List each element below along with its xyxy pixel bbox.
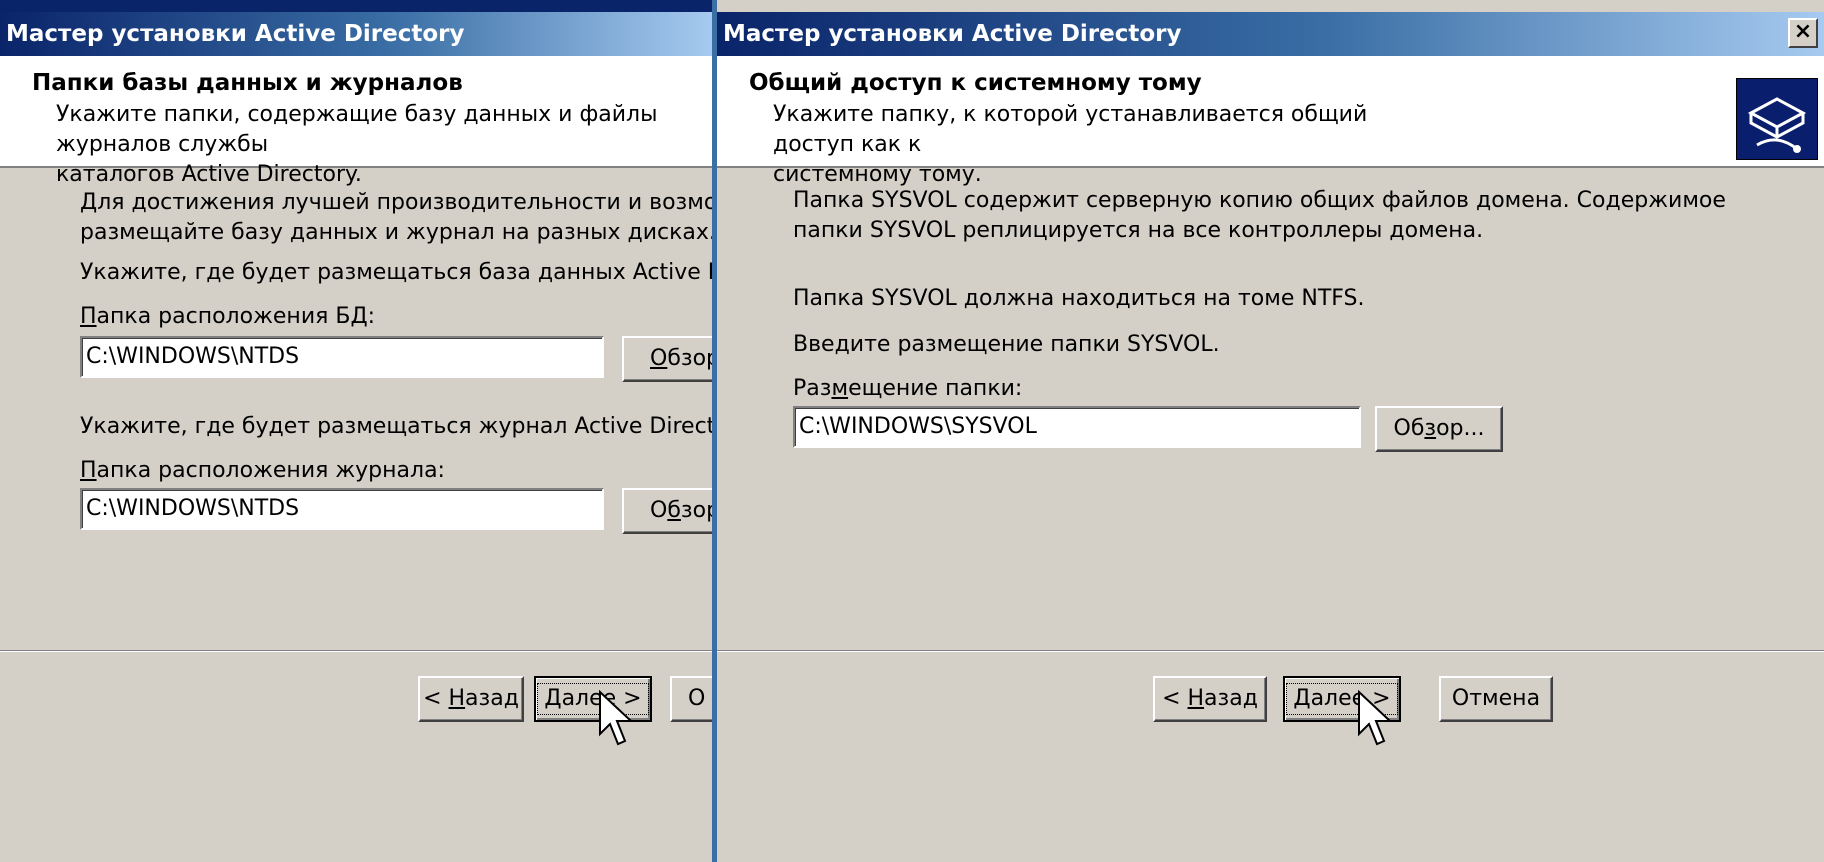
db-folder-input[interactable]: C:\WINDOWS\NTDS	[80, 336, 604, 378]
db-location-prompt: Укажите, где будет размещаться база данн…	[80, 260, 712, 285]
left-footer-divider	[0, 650, 712, 652]
left-wizard-window: Мастер установки Active Directory Папки …	[0, 0, 712, 862]
right-window-title: Мастер установки Active Directory	[723, 21, 1182, 47]
sysvol-folder-label: Размещение папки:	[793, 376, 1022, 401]
left-back-button[interactable]: < Назад	[418, 676, 524, 722]
left-next-accel: Д	[544, 686, 562, 711]
db-folder-label: Папка расположения БД:	[80, 304, 375, 329]
log-folder-label-text: апка расположения журнала:	[96, 458, 445, 483]
right-back-accel: Н	[1187, 686, 1205, 711]
right-header-subtitle: Укажите папку, к которой устанавливается…	[773, 100, 1413, 190]
db-browse-button[interactable]: Обзор...	[622, 336, 712, 382]
left-header-subtitle: Укажите папки, содержащие базу данных и …	[56, 100, 696, 190]
right-cancel-button[interactable]: Отмена	[1439, 676, 1553, 722]
sysvol-folder-label-text: ещение папки:	[848, 376, 1023, 401]
db-folder-label-accel: П	[80, 304, 97, 329]
left-window-title: Мастер установки Active Directory	[6, 21, 465, 47]
left-intro-text: Для достижения лучшей производительности…	[80, 188, 712, 248]
right-footer-divider	[717, 650, 1824, 652]
log-folder-input[interactable]: C:\WINDOWS\NTDS	[80, 488, 604, 530]
sysvol-browse-text: ор...	[1436, 416, 1485, 441]
right-window-top-border	[717, 0, 1824, 12]
right-next-accel: Д	[1293, 686, 1311, 711]
db-browse-text: бзор...	[667, 346, 712, 371]
left-window-top-border	[0, 0, 712, 12]
left-back-accel: Н	[448, 686, 466, 711]
sysvol-info-text: Папка SYSVOL содержит серверную копию об…	[793, 186, 1726, 246]
left-back-pre: <	[423, 686, 449, 711]
log-browse-button[interactable]: Обзор...	[622, 488, 712, 534]
right-header-subtitle-line1: Укажите папку, к которой устанавливается…	[773, 102, 1368, 157]
log-browse-text: зор...	[680, 498, 712, 523]
sysvol-info-line1: Папка SYSVOL содержит серверную копию об…	[793, 188, 1726, 213]
left-header-subtitle-line2: каталогов Active Directory.	[56, 162, 362, 187]
right-wizard-window: Мастер установки Active Directory × Общи…	[712, 0, 1824, 862]
left-cancel-button[interactable]: О	[670, 676, 712, 722]
right-back-button[interactable]: < Назад	[1153, 676, 1267, 722]
left-header-title: Папки базы данных и журналов	[32, 70, 463, 96]
right-window-titlebar[interactable]: Мастер установки Active Directory ×	[717, 12, 1824, 56]
db-folder-label-text: апка расположения БД:	[96, 304, 376, 329]
sysvol-browse-button[interactable]: Обзор...	[1375, 406, 1503, 452]
right-header-title: Общий доступ к системному тому	[749, 70, 1202, 96]
right-back-pre: <	[1162, 686, 1188, 711]
sysvol-folder-label-accel: м	[831, 376, 849, 401]
left-intro-line2: размещайте базу данных и журнал на разны…	[80, 220, 712, 245]
db-browse-accel: О	[650, 346, 668, 371]
log-folder-label-accel: П	[80, 458, 97, 483]
right-wizard-header: Общий доступ к системному тому Укажите п…	[717, 56, 1824, 187]
sysvol-browse-pre: Об	[1393, 416, 1425, 441]
left-wizard-header: Папки базы данных и журналов Укажите пап…	[0, 56, 712, 187]
wizard-book-network-icon	[1736, 78, 1818, 160]
left-header-subtitle-line1: Укажите папки, содержащие базу данных и …	[56, 102, 658, 157]
log-location-prompt: Укажите, где будет размещаться журнал Ac…	[80, 414, 712, 439]
log-folder-label: Папка расположения журнала:	[80, 458, 445, 483]
mouse-pointer-icon	[1358, 690, 1393, 746]
sysvol-folder-label-pre: Раз	[793, 376, 832, 401]
log-browse-pre: О	[650, 498, 668, 523]
left-back-text: азад	[465, 686, 519, 711]
left-intro-line1: Для достижения лучшей производительности…	[80, 190, 712, 215]
ntfs-note: Папка SYSVOL должна находиться на томе N…	[793, 286, 1365, 311]
close-icon[interactable]: ×	[1788, 18, 1818, 48]
log-browse-accel: б	[667, 498, 681, 523]
mouse-pointer-icon	[599, 690, 634, 746]
sysvol-info-line2: папки SYSVOL реплицируется на все контро…	[793, 218, 1484, 243]
right-back-text: азад	[1204, 686, 1258, 711]
sysvol-folder-input[interactable]: C:\WINDOWS\SYSVOL	[793, 406, 1361, 448]
sysvol-browse-accel: з	[1424, 416, 1437, 441]
left-window-titlebar[interactable]: Мастер установки Active Directory	[0, 12, 712, 56]
sysvol-enter-prompt: Введите размещение папки SYSVOL.	[793, 332, 1220, 357]
